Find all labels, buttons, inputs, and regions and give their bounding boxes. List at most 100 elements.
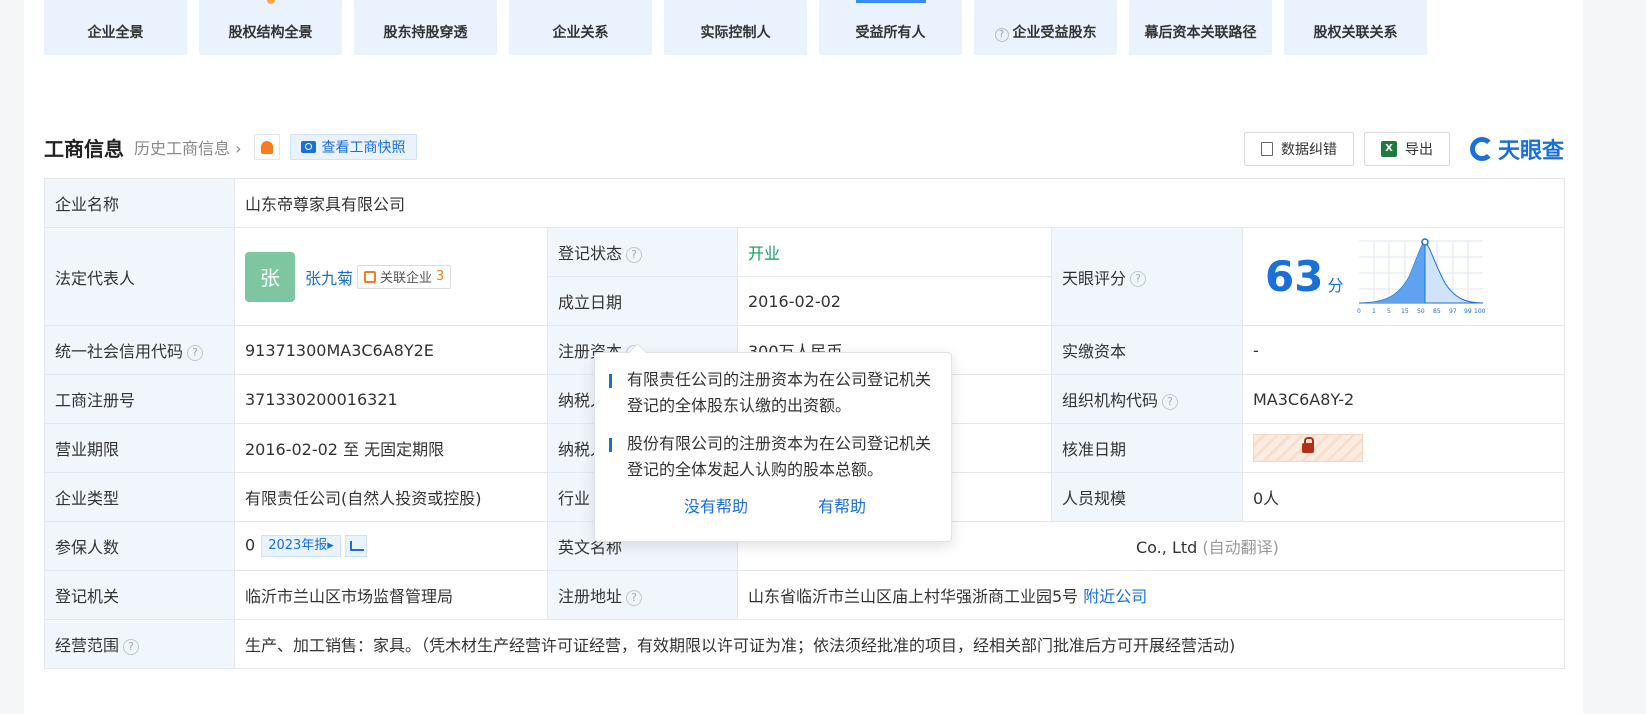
help-icon: ? <box>994 28 1009 42</box>
tick-label: 5 <box>1387 308 1391 315</box>
annual-report-button[interactable]: 2023年报▸ <box>261 535 341 557</box>
nearby-companies-link[interactable]: 附近公司 <box>1083 587 1147 606</box>
biz-term: 2016-02-02 至 无固定期限 <box>234 423 548 473</box>
reg-status: 开业 <box>737 227 1052 277</box>
tab-label: 股权关联关系 <box>1313 25 1398 41</box>
chart-ticks: 0 1 5 15 50 85 97 99 100 <box>1357 308 1485 315</box>
not-helpful-button[interactable]: 没有帮助 <box>684 493 748 517</box>
cell-label: 法定代表人 <box>44 227 235 326</box>
tab-equity-structure[interactable]: 股权结构全景 <box>199 0 342 55</box>
table-row: 登记机关 临沂市兰山区市场监督管理局 注册地址? 山东省临沂市兰山区庙上村华强浙… <box>44 570 1565 620</box>
help-icon[interactable]: ? <box>626 246 643 263</box>
legal-rep-name-link[interactable]: 张九菊 <box>305 265 353 289</box>
tab-label: 幕后资本关联路径 <box>1144 25 1257 41</box>
biz-reg-no: 371330200016321 <box>234 374 548 424</box>
cell-label: 经营范围? <box>44 619 235 669</box>
tick-label: 97 <box>1449 308 1457 315</box>
table-row: 经营范围? 生产、加工销售：家具。（凭木材生产经营许可证经营，有效期限以许可证为… <box>44 619 1565 669</box>
avatar[interactable]: 张 <box>245 251 295 302</box>
toolbar: 数据纠错 X 导出 天眼查 <box>1243 132 1564 166</box>
excel-icon: X <box>1380 141 1397 157</box>
tab-equity-relations[interactable]: 股权关联关系 <box>1284 0 1427 55</box>
tab-capital-path[interactable]: 幕后资本关联路径 <box>1129 0 1272 55</box>
top-tabs: 企业全景 股权结构全景 股东持股穿透 企业关系 实际控制人 受益所有人 ? 企业受… <box>44 0 1427 55</box>
cell-label: 工商注册号 <box>44 374 235 424</box>
tab-beneficial-owner[interactable]: 受益所有人 <box>819 0 962 55</box>
section-title: 工商信息 <box>44 136 124 161</box>
cell-label: 企业名称 <box>44 178 235 228</box>
document-icon <box>1260 142 1273 156</box>
tab-label: 企业关系 <box>552 25 609 41</box>
tab-active-marker <box>855 0 926 3</box>
tab-label: 受益所有人 <box>855 25 926 41</box>
bell-icon-button[interactable] <box>253 134 280 160</box>
reg-capital-help-popover: 有限责任公司的注册资本为在公司登记机关登记的全体股东认缴的出资额。 股份有限公司… <box>594 352 952 542</box>
bell-icon <box>260 140 273 154</box>
history-link[interactable]: 历史工商信息 › <box>134 135 242 159</box>
tab-label: 企业受益股东 <box>1012 25 1097 41</box>
tick-label: 15 <box>1401 308 1409 315</box>
related-companies-button[interactable]: 关联企业 3 <box>357 264 452 289</box>
paid-capital: - <box>1242 325 1565 375</box>
correction-button[interactable]: 数据纠错 <box>1243 132 1354 166</box>
helpful-button[interactable]: 有帮助 <box>818 493 866 517</box>
camera-icon <box>300 141 316 153</box>
score-distribution-chart[interactable]: 0 1 5 15 50 85 97 99 100 <box>1357 237 1485 317</box>
score-cell: 63 分 0 1 5 15 50 85 97 99 100 <box>1242 227 1565 326</box>
tab-enterprise-overview[interactable]: 企业全景 <box>44 0 187 55</box>
help-icon[interactable]: ? <box>1130 271 1147 287</box>
cell-label: 天眼评分? <box>1051 227 1243 326</box>
tick-label: 0 <box>1357 308 1361 315</box>
chevron-right-icon: › <box>230 139 242 158</box>
logo-mark-icon <box>1469 137 1494 161</box>
cell-label: 参保人数 <box>44 521 235 571</box>
company-type: 有限责任公司(自然人投资或控股) <box>234 472 548 522</box>
tick-label: 1 <box>1372 308 1376 315</box>
tianyancha-logo: 天眼查 <box>1469 133 1564 165</box>
lock-icon <box>1302 437 1314 453</box>
tab-label: 企业全景 <box>87 25 144 41</box>
staff-size: 0人 <box>1242 472 1565 522</box>
org-code: MA3C6A8Y-2 <box>1242 374 1565 424</box>
tick-label: 85 <box>1433 308 1441 315</box>
cell-label: 登记机关 <box>44 570 235 620</box>
section-header: 工商信息 历史工商信息 › 查看工商快照 <box>44 132 417 162</box>
tick-label: 50 <box>1417 308 1425 315</box>
registry: 临沂市兰山区市场监督管理局 <box>234 570 548 620</box>
help-icon[interactable]: ? <box>123 638 140 655</box>
help-icon[interactable]: ? <box>187 344 204 361</box>
tab-shareholder-penetration[interactable]: 股东持股穿透 <box>354 0 497 55</box>
tick-label: 99 <box>1464 308 1472 315</box>
company-name: 山东帝尊家具有限公司 <box>234 178 1565 228</box>
cell-label: 企业类型 <box>44 472 235 522</box>
auto-translate-note: (自动翻译) <box>1202 538 1279 557</box>
cell-label: 组织机构代码? <box>1051 374 1243 424</box>
help-icon[interactable]: ? <box>626 589 643 606</box>
credit-code: 91371300MA3C6A8Y2E <box>234 325 548 375</box>
reg-address: 山东省临沂市兰山区庙上村华强浙商工业园5号 <box>748 587 1079 606</box>
english-name: Co., Ltd <box>1136 538 1198 557</box>
relation-icon <box>364 270 377 283</box>
trend-chart-icon[interactable] <box>344 535 367 557</box>
cell-label: 核准日期 <box>1051 423 1243 473</box>
tab-enterprise-relations[interactable]: 企业关系 <box>509 0 652 55</box>
help-icon[interactable]: ? <box>1162 393 1179 410</box>
tick-label: 100 <box>1474 308 1485 315</box>
cell-label: 注册地址? <box>547 570 738 620</box>
business-scope: 生产、加工销售：家具。（凭木材生产经营许可证经营，有效期限以许可证为准；依法须经… <box>234 619 1565 669</box>
tab-actual-controller[interactable]: 实际控制人 <box>664 0 807 55</box>
insured-cell: 0 2023年报▸ <box>234 521 548 571</box>
tab-beneficial-shareholder[interactable]: ? 企业受益股东 <box>974 0 1117 55</box>
cell-label: 登记状态? <box>547 227 738 277</box>
legal-rep-cell: 张 张九菊 关联企业 3 <box>234 227 548 326</box>
caret-right-icon: ▸ <box>327 538 334 553</box>
score-unit: 分 <box>1327 275 1344 295</box>
founded-date: 2016-02-02 <box>737 276 1052 326</box>
cell-label: 人员规模 <box>1051 472 1243 522</box>
snapshot-button[interactable]: 查看工商快照 <box>289 134 417 160</box>
locked-content[interactable] <box>1253 434 1363 462</box>
tab-indicator-dot <box>267 0 275 4</box>
export-button[interactable]: X 导出 <box>1363 132 1450 166</box>
tab-label: 股东持股穿透 <box>383 25 468 41</box>
score-value: 63 <box>1265 252 1324 301</box>
